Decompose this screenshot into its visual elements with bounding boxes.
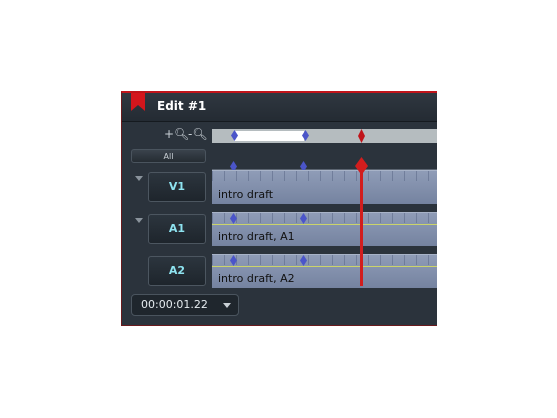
track-expand-icon[interactable]: [135, 218, 143, 223]
clip-ticks: [212, 171, 437, 181]
audio-volume-line[interactable]: [212, 224, 437, 225]
edit-window: Edit #1 +🔍︎ -🔍︎ All V1 intro draft A1 in…: [121, 91, 437, 326]
clip-keyframe[interactable]: [230, 213, 237, 224]
track-row-v1: V1 intro draft: [122, 168, 437, 206]
timecode-field[interactable]: 00:00:01.22: [131, 294, 239, 316]
zoom-out-icon[interactable]: -🔍︎: [188, 127, 208, 141]
zoom-scrollbar[interactable]: [212, 129, 437, 143]
chevron-down-icon[interactable]: [223, 303, 231, 308]
clip-label: intro draft: [218, 188, 274, 201]
zoom-range-end-handle[interactable]: [302, 130, 309, 141]
clip-keyframe[interactable]: [300, 213, 307, 224]
track-header-a1[interactable]: A1: [148, 214, 206, 244]
zoom-in-icon[interactable]: +🔍︎: [164, 127, 189, 141]
clip-label: intro draft, A1: [218, 230, 295, 243]
track-row-a1: A1 intro draft, A1: [122, 210, 437, 248]
zoom-playhead-marker[interactable]: [358, 129, 365, 143]
audio-volume-line[interactable]: [212, 266, 437, 267]
bookmark-icon[interactable]: [131, 93, 145, 111]
track-header-a2[interactable]: A2: [148, 256, 206, 286]
zoom-scrollbar-thumb[interactable]: [234, 131, 304, 141]
window-title: Edit #1: [157, 99, 207, 113]
timecode-value: 00:00:01.22: [141, 298, 208, 311]
title-bar: Edit #1: [122, 93, 437, 122]
clip-ticks: [212, 213, 437, 223]
audio-clip[interactable]: intro draft, A1: [212, 212, 437, 246]
video-clip[interactable]: intro draft: [212, 170, 437, 204]
clip-keyframe[interactable]: [300, 255, 307, 266]
clip-ticks: [212, 255, 437, 265]
audio-clip[interactable]: intro draft, A2: [212, 254, 437, 288]
playhead-handle[interactable]: [355, 157, 368, 175]
track-expand-icon[interactable]: [135, 176, 143, 181]
zoom-range-start-handle[interactable]: [231, 130, 238, 141]
track-row-a2: A2 intro draft, A2: [122, 252, 437, 290]
track-header-v1[interactable]: V1: [148, 172, 206, 202]
clip-label: intro draft, A2: [218, 272, 295, 285]
clip-keyframe[interactable]: [230, 255, 237, 266]
playhead-line[interactable]: [360, 167, 363, 286]
all-tracks-button[interactable]: All: [131, 149, 206, 163]
